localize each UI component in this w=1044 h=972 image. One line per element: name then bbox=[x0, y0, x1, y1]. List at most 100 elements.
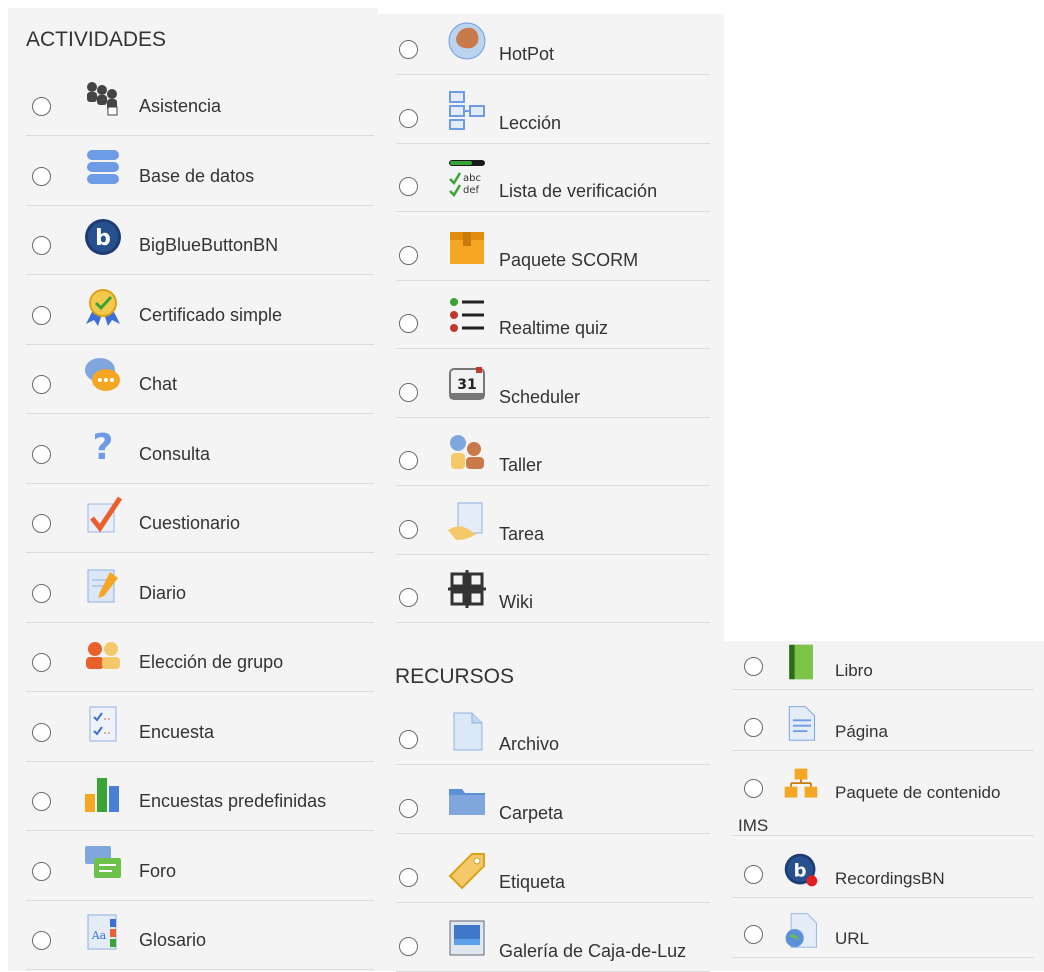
option-paquete-scorm[interactable]: Paquete SCORM bbox=[396, 220, 710, 281]
option-label: URL bbox=[835, 929, 870, 948]
option-base-de-datos[interactable]: Base de datos bbox=[26, 145, 374, 206]
radio-button[interactable] bbox=[744, 925, 763, 944]
radio-button[interactable] bbox=[399, 245, 418, 265]
radio-button[interactable] bbox=[32, 792, 51, 811]
radio-button[interactable] bbox=[32, 305, 51, 325]
radio-button[interactable] bbox=[399, 108, 418, 128]
option-taller[interactable]: Taller bbox=[396, 425, 710, 486]
option-asistencia[interactable]: Asistencia bbox=[26, 75, 374, 136]
radio-button[interactable] bbox=[399, 451, 418, 470]
radio-button[interactable] bbox=[32, 722, 51, 742]
option-url[interactable]: URL bbox=[732, 909, 1034, 958]
option-label: RecordingsBN bbox=[835, 869, 945, 888]
radio-button[interactable] bbox=[399, 177, 418, 196]
option-chat[interactable]: Chat bbox=[26, 353, 374, 414]
activities-resources-panel: HotPot Lección abc def Lista de verificación… bbox=[378, 14, 724, 972]
option-wiki[interactable]: Wiki bbox=[396, 562, 710, 623]
radio-button[interactable] bbox=[32, 861, 51, 881]
radio-button[interactable] bbox=[399, 588, 418, 607]
radio-button[interactable] bbox=[32, 514, 51, 533]
radio-button[interactable] bbox=[32, 444, 51, 464]
option-paquete-de-contenido[interactable]: Paquete de contenido IMS bbox=[732, 763, 1034, 836]
option-label-continued: IMS bbox=[738, 816, 769, 835]
option-diario[interactable]: Diario bbox=[26, 562, 374, 623]
option-label: Página bbox=[835, 722, 888, 741]
bigbluebutton-icon: b bbox=[82, 216, 124, 258]
folder-icon bbox=[446, 779, 488, 821]
database-icon bbox=[82, 147, 124, 189]
option-label: Etiqueta bbox=[499, 872, 566, 892]
radio-button[interactable] bbox=[399, 40, 418, 59]
option-elección-de-grupo[interactable]: Elección de grupo bbox=[26, 631, 374, 692]
option-label: Paquete SCORM bbox=[499, 249, 639, 270]
book-icon bbox=[782, 643, 820, 681]
option-recordingsbn[interactable]: b RecordingsBN bbox=[732, 849, 1034, 898]
forum-icon bbox=[82, 842, 124, 884]
radio-button[interactable] bbox=[399, 519, 418, 539]
option-página[interactable]: Página bbox=[732, 702, 1034, 751]
option-certificado-simple[interactable]: Certificado simple bbox=[26, 284, 374, 345]
option-scheduler[interactable]: 31 Scheduler bbox=[396, 357, 710, 418]
option-etiqueta[interactable]: Etiqueta bbox=[396, 842, 710, 903]
radio-button[interactable] bbox=[744, 865, 763, 884]
option-lección[interactable]: Lección bbox=[396, 83, 710, 144]
option-label: Lección bbox=[499, 112, 562, 133]
option-carpeta[interactable]: Carpeta bbox=[396, 773, 710, 834]
svg-text:def: def bbox=[463, 185, 480, 196]
bar-chart-icon bbox=[82, 772, 124, 814]
radio-button[interactable] bbox=[399, 730, 418, 749]
option-label: Lista de verificación bbox=[499, 181, 658, 201]
radio-button[interactable] bbox=[399, 314, 418, 333]
radio-button[interactable] bbox=[32, 653, 51, 672]
option-label: Realtime quiz bbox=[499, 318, 609, 338]
radio-button[interactable] bbox=[744, 718, 763, 737]
radio-button[interactable] bbox=[32, 236, 51, 255]
activities-heading: ACTIVIDADES bbox=[26, 28, 167, 51]
option-realtime-quiz[interactable]: Realtime quiz bbox=[396, 288, 710, 349]
radio-button[interactable] bbox=[399, 937, 418, 956]
option-glosario[interactable]: Aa Glosario bbox=[26, 909, 374, 970]
option-foro[interactable]: Foro bbox=[26, 840, 374, 901]
option-lista-de-verificación[interactable]: abc def Lista de verificación bbox=[396, 151, 710, 212]
radio-button[interactable] bbox=[32, 166, 51, 186]
option-tarea[interactable]: Tarea bbox=[396, 494, 710, 555]
option-libro[interactable]: Libro bbox=[732, 641, 1034, 690]
option-bigbluebuttonbn[interactable]: b BigBlueButtonBN bbox=[26, 214, 374, 275]
option-consulta[interactable]: ? Consulta bbox=[26, 423, 374, 484]
option-label: Certificado simple bbox=[139, 304, 283, 325]
option-galería-de-caja-de-luz[interactable]: Galería de Caja-de-Luz bbox=[396, 911, 710, 972]
radio-button[interactable] bbox=[32, 97, 51, 116]
option-hotpot[interactable]: HotPot bbox=[396, 14, 710, 75]
radio-button[interactable] bbox=[32, 375, 51, 394]
radio-button[interactable] bbox=[32, 931, 51, 950]
chat-icon bbox=[82, 355, 124, 397]
ims-package-icon bbox=[782, 765, 820, 803]
option-label: Elección de grupo bbox=[139, 652, 284, 672]
option-label: Archivo bbox=[499, 734, 560, 754]
option-label: Libro bbox=[835, 661, 873, 680]
option-label: Glosario bbox=[139, 930, 207, 950]
svg-text:31: 31 bbox=[457, 377, 476, 393]
attendance-icon bbox=[82, 77, 124, 119]
option-label: Base de datos bbox=[139, 165, 255, 186]
option-cuestionario[interactable]: Cuestionario bbox=[26, 492, 374, 553]
lightbox-gallery-icon bbox=[446, 917, 488, 959]
option-encuestas-predefinidas[interactable]: Encuestas predefinidas bbox=[26, 770, 374, 831]
radio-button[interactable] bbox=[399, 868, 418, 887]
group-choice-icon bbox=[82, 633, 124, 675]
radio-button[interactable] bbox=[744, 657, 763, 676]
option-encuesta[interactable]: Encuesta bbox=[26, 701, 374, 762]
option-archivo[interactable]: Archivo bbox=[396, 704, 710, 765]
file-icon bbox=[446, 710, 488, 752]
option-label: Encuesta bbox=[139, 721, 215, 742]
radio-button[interactable] bbox=[744, 779, 763, 798]
radio-button[interactable] bbox=[399, 799, 418, 818]
radio-button[interactable] bbox=[32, 583, 51, 603]
workshop-icon bbox=[446, 431, 488, 473]
realtime-quiz-icon bbox=[446, 294, 488, 336]
recordings-icon: b bbox=[782, 851, 820, 889]
svg-text:Aa: Aa bbox=[91, 929, 107, 942]
hotpot-icon bbox=[446, 20, 488, 62]
radio-button[interactable] bbox=[399, 382, 418, 402]
question-icon: ? bbox=[82, 425, 124, 467]
